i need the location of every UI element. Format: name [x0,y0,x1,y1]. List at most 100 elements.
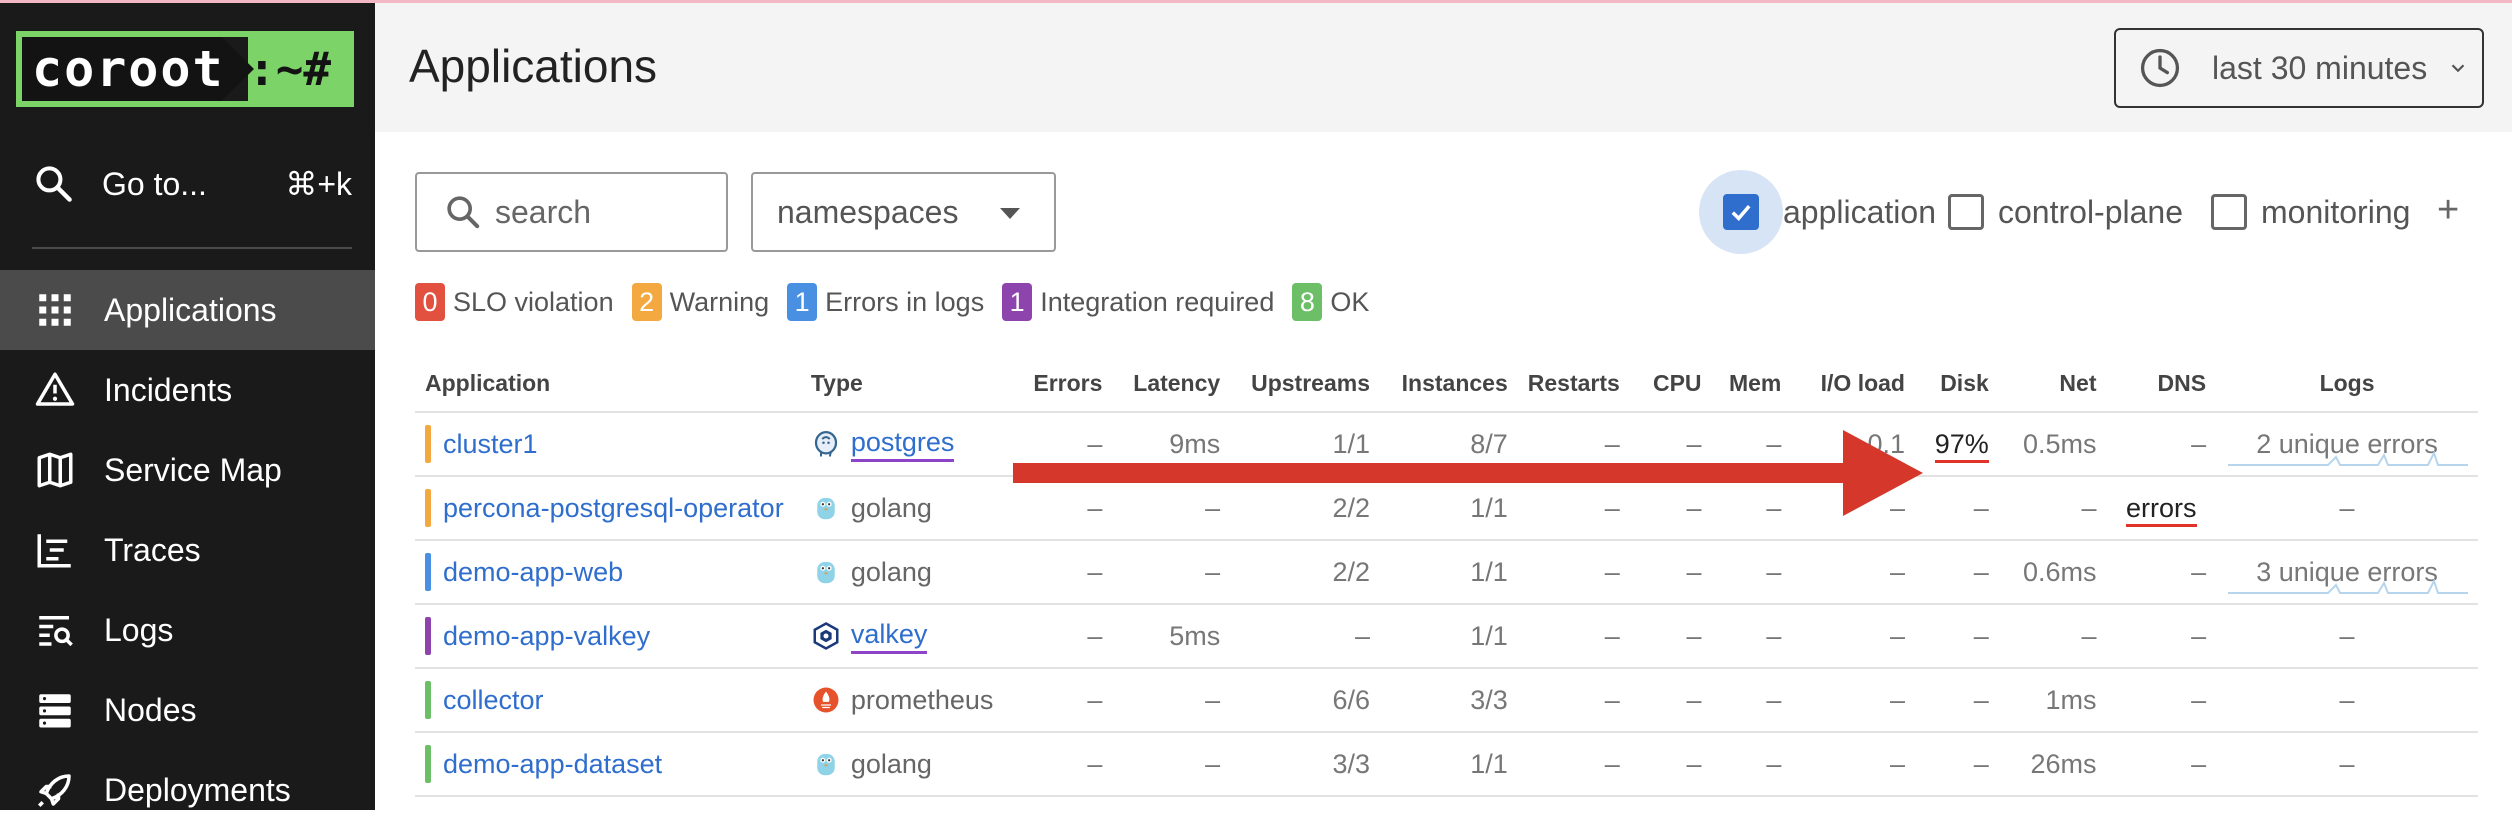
sidebar-item-incidents[interactable]: Incidents [0,350,375,430]
net-cell[interactable]: – [1998,476,2107,541]
upstreams-cell[interactable]: 6/6 [1230,668,1380,733]
disk-cell[interactable]: – [1914,476,1999,541]
checkbox-control-plane[interactable] [1948,194,1984,230]
net-cell[interactable]: 26ms [1998,732,2107,797]
logs-cell[interactable]: – [2216,732,2478,797]
restarts-cell[interactable]: – [1517,732,1630,797]
application-link[interactable]: collector [443,685,544,716]
disk-alert[interactable]: 97% [1934,428,1989,463]
sidebar-item-traces[interactable]: Traces [0,510,375,590]
column-header[interactable]: DNS [2106,356,2217,413]
column-header[interactable]: Disk [1914,356,1999,413]
column-header[interactable]: Type [800,356,1019,413]
cpu-cell[interactable]: – [1629,604,1712,669]
column-header[interactable]: Application [415,356,801,413]
io-cell[interactable]: – [1791,668,1915,733]
checkbox-application[interactable] [1723,194,1759,230]
restarts-cell[interactable]: – [1517,604,1630,669]
cpu-cell[interactable]: – [1629,732,1712,797]
disk-cell[interactable]: – [1914,604,1999,669]
cpu-cell[interactable]: – [1629,540,1712,605]
upstreams-cell[interactable]: 2/2 [1230,540,1380,605]
net-cell[interactable]: – [1998,604,2107,669]
status-ok[interactable]: 8 OK [1292,283,1369,321]
column-header[interactable]: CPU [1629,356,1712,413]
search-input[interactable] [495,193,695,231]
dns-cell[interactable]: – [2106,668,2217,733]
latency-cell[interactable]: – [1112,540,1231,605]
application-link[interactable]: percona-postgresql-operator [443,493,784,524]
table-row[interactable]: demo-app-valkey valkey –5ms –1/1– – – – – – – – [415,604,2478,669]
latency-cell[interactable]: – [1112,732,1231,797]
disk-cell[interactable]: 97% [1914,412,1999,477]
mem-cell[interactable]: – [1711,668,1792,733]
status-integration-required[interactable]: 1 Integration required [1002,283,1274,321]
sidebar-item-applications[interactable]: Applications [0,270,375,350]
logs-cell[interactable]: – [2216,604,2478,669]
application-link[interactable]: demo-app-valkey [443,621,650,652]
io-cell[interactable]: – [1791,732,1915,797]
status-warning[interactable]: 2 Warning [631,283,769,321]
mem-cell[interactable]: – [1711,540,1792,605]
instances-cell[interactable]: 1/1 [1379,732,1518,797]
dns-alert[interactable]: errors [2126,492,2197,527]
sidebar-item-deployments[interactable]: Deployments [0,750,375,830]
checkbox-monitoring[interactable] [2211,194,2247,230]
upstreams-cell[interactable]: 3/3 [1230,732,1380,797]
dns-cell[interactable]: – [2106,604,2217,669]
type-link[interactable]: valkey [850,619,928,654]
latency-cell[interactable]: – [1112,668,1231,733]
upstreams-cell[interactable]: – [1230,604,1380,669]
namespaces-select[interactable]: namespaces [751,172,1056,252]
goto-button[interactable]: Go to... ⌘+k [32,151,352,217]
net-cell[interactable]: 0.5ms [1998,412,2107,477]
status-errors-in-logs[interactable]: 1 Errors in logs [787,283,984,321]
dns-cell[interactable]: – [2106,412,2217,477]
add-category-button[interactable]: + [2437,189,2459,232]
dns-cell[interactable]: – [2106,540,2217,605]
instances-cell[interactable]: 3/3 [1379,668,1518,733]
sidebar-item-logs[interactable]: Logs [0,590,375,670]
errors-cell[interactable]: – [1018,604,1113,669]
logs-cell[interactable]: 3 unique errors [2216,540,2478,605]
net-cell[interactable]: 0.6ms [1998,540,2107,605]
logs-cell[interactable]: – [2216,476,2478,541]
column-header[interactable]: Restarts [1517,356,1630,413]
disk-cell[interactable]: – [1914,732,1999,797]
category-monitoring[interactable]: monitoring [2211,170,2410,254]
latency-cell[interactable]: 5ms [1112,604,1231,669]
category-control-plane[interactable]: control-plane [1948,170,2183,254]
column-header[interactable]: Mem [1711,356,1792,413]
table-row[interactable]: collector prometheus – –6/6 3/3– – – – –1ms – – [415,668,2478,733]
column-header[interactable]: Upstreams [1230,356,1380,413]
errors-cell[interactable]: – [1018,540,1113,605]
application-link[interactable]: cluster1 [443,429,538,460]
search-field[interactable] [415,172,728,252]
column-header[interactable]: I/O load [1791,356,1915,413]
column-header[interactable]: Net [1998,356,2107,413]
dns-cell[interactable]: errors [2106,476,2217,541]
io-cell[interactable]: – [1791,604,1915,669]
disk-cell[interactable]: – [1914,540,1999,605]
column-header[interactable]: Instances [1379,356,1518,413]
sidebar-item-nodes[interactable]: Nodes [0,670,375,750]
restarts-cell[interactable]: – [1517,668,1630,733]
category-application[interactable]: application [1699,170,1936,254]
column-header[interactable]: Logs [2216,356,2478,413]
logs-cell[interactable]: – [2216,668,2478,733]
column-header[interactable]: Errors [1018,356,1113,413]
restarts-cell[interactable]: – [1517,540,1630,605]
logs-cell[interactable]: 2 unique errors [2216,412,2478,477]
status-slo-violation[interactable]: 0 SLO violation [415,283,614,321]
coroot-logo[interactable]: coroot :~# [16,31,354,107]
cpu-cell[interactable]: – [1629,668,1712,733]
sidebar-item-service-map[interactable]: Service Map [0,430,375,510]
mem-cell[interactable]: – [1711,604,1792,669]
disk-cell[interactable]: – [1914,668,1999,733]
instances-cell[interactable]: 1/1 [1379,604,1518,669]
errors-cell[interactable]: – [1018,668,1113,733]
mem-cell[interactable]: – [1711,732,1792,797]
table-row[interactable]: demo-app-web golang – –2/2 1/1– – – – –0.6ms –3 u… [415,540,2478,605]
column-header[interactable]: Latency [1112,356,1231,413]
table-row[interactable]: demo-app-dataset golang – –3/3 1/1– – – – –26ms –… [415,732,2478,797]
